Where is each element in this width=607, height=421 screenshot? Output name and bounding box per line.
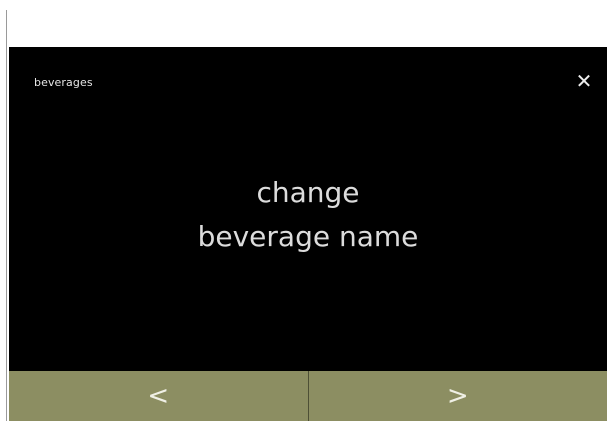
message-text: change beverage name (9, 171, 607, 259)
device-screen: beverages ✕ change beverage name < > (9, 47, 607, 421)
close-button[interactable]: ✕ (573, 70, 595, 92)
left-border-line (6, 10, 7, 421)
page-frame: beverages ✕ change beverage name < > (0, 0, 607, 421)
close-icon: ✕ (575, 69, 593, 93)
next-button[interactable]: > (309, 371, 607, 421)
screen-title: beverages (34, 76, 93, 89)
navigation-bar: < > (9, 371, 607, 421)
message-line-2: beverage name (197, 220, 419, 253)
chevron-right-icon: > (446, 381, 469, 411)
previous-button[interactable]: < (9, 371, 308, 421)
message-line-1: change (256, 176, 360, 209)
chevron-left-icon: < (147, 381, 170, 411)
